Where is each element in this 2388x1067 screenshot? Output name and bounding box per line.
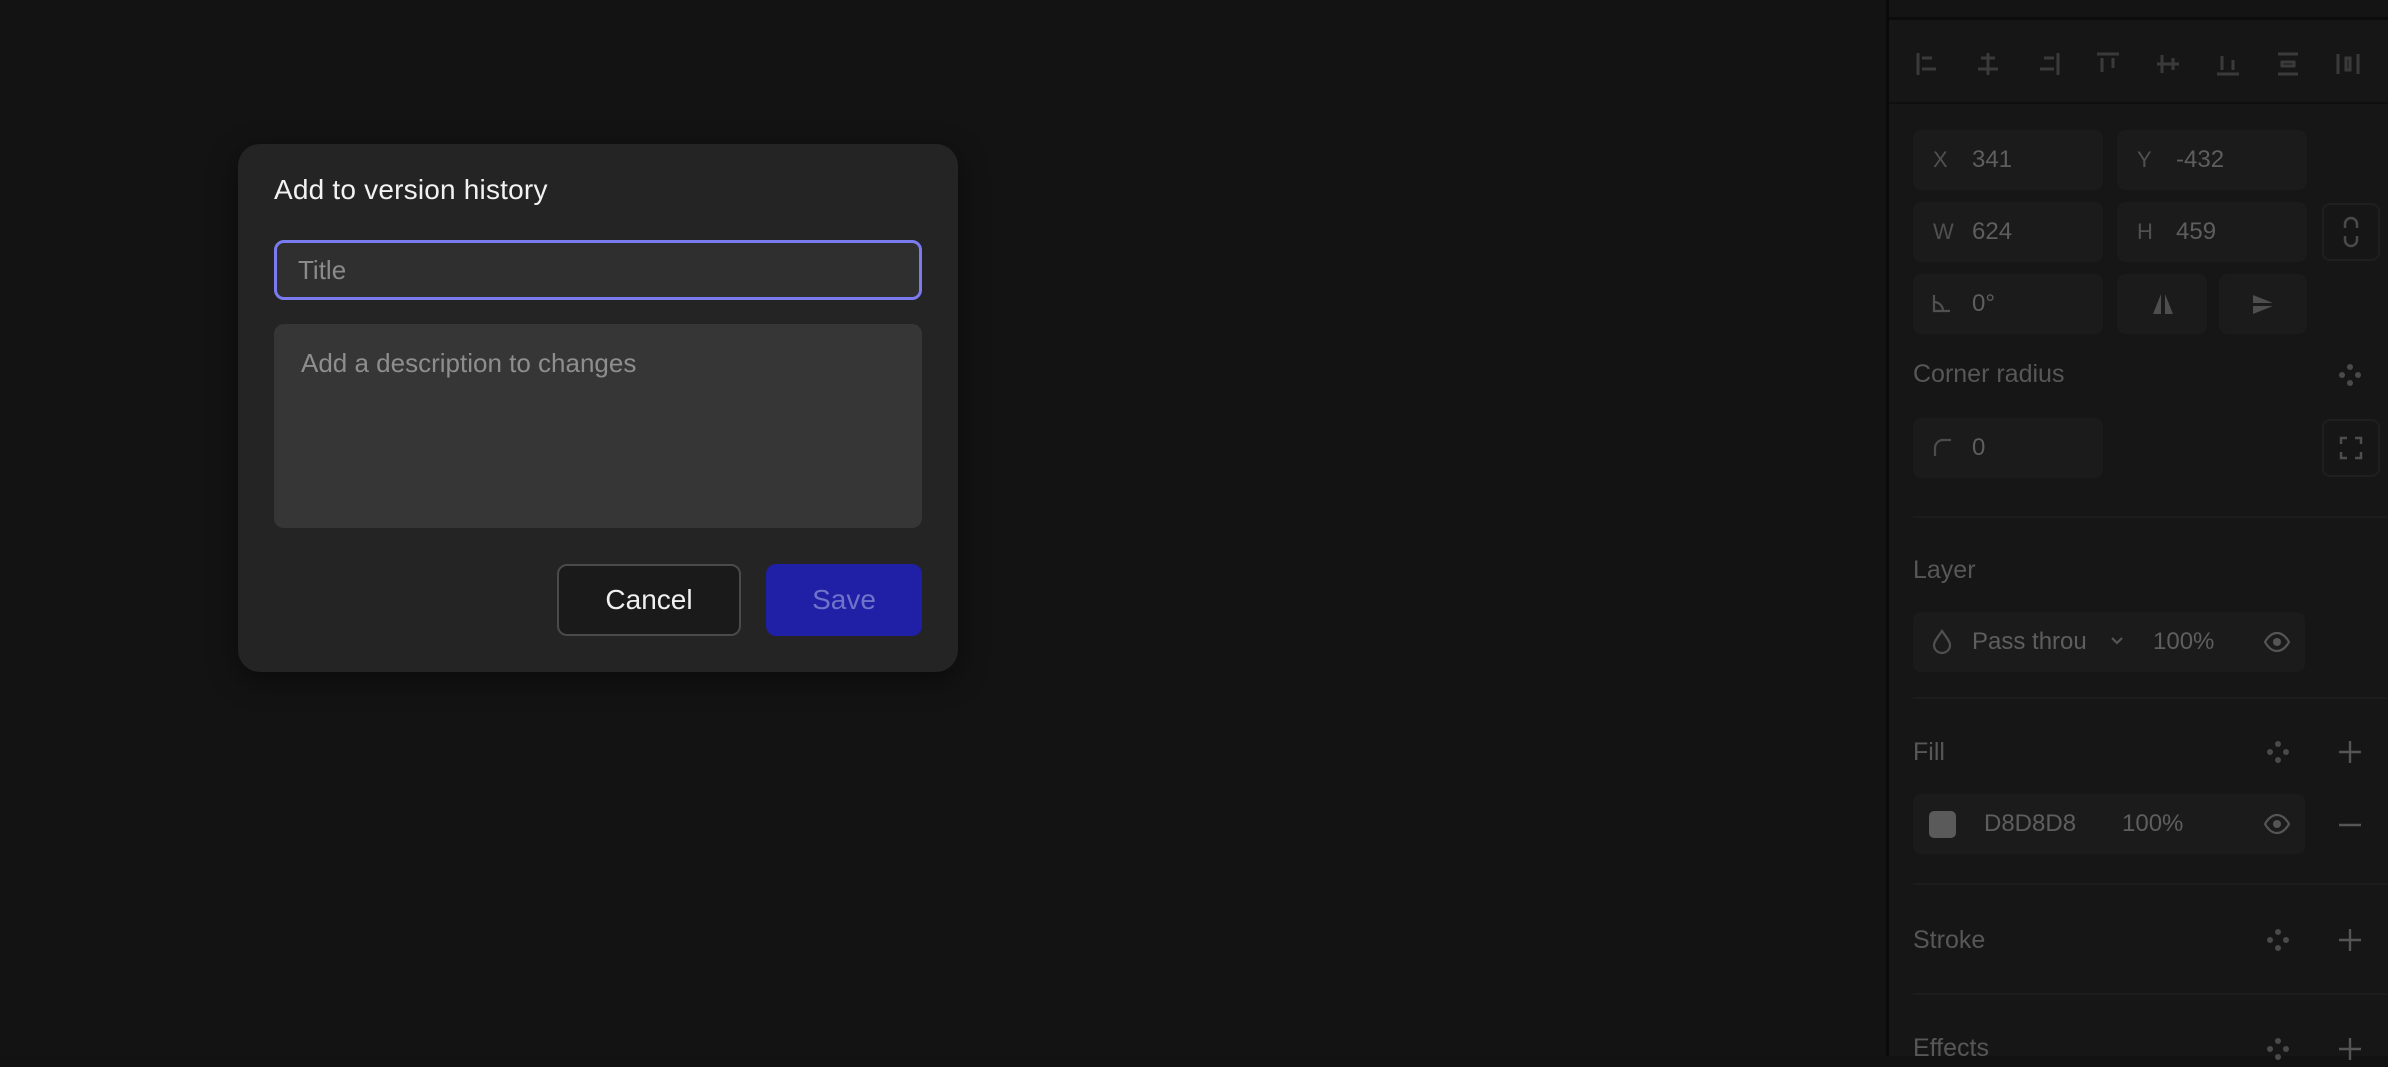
fill-label: Fill <box>1913 738 1945 766</box>
y-field[interactable]: Y -432 <box>2117 130 2307 190</box>
expand-corners-icon <box>2339 436 2363 460</box>
flip-horizontal-button[interactable] <box>2117 274 2207 334</box>
chevron-down-icon[interactable] <box>2109 634 2125 652</box>
properties-panel: X 341 Y -432 W 624 H 459 0° Corner radiu… <box>1886 0 2388 1062</box>
section-divider <box>1913 697 2388 699</box>
corner-radius-field[interactable]: 0 <box>1913 418 2103 478</box>
effects-variable-icon[interactable] <box>2265 1036 2291 1067</box>
fill-eye-icon[interactable] <box>2263 812 2291 841</box>
layer-row: Pass throu 100% <box>1913 612 2305 672</box>
blend-drop-icon <box>1931 629 1953 660</box>
version-history-dialog: Add to version history Cancel Save <box>238 144 958 672</box>
distribute-vertical-icon[interactable] <box>2275 51 2301 77</box>
link-icon <box>2343 216 2359 248</box>
rotation-angle-icon <box>1931 292 1953 319</box>
fill-row: D8D8D8 100% <box>1913 794 2305 854</box>
rotation-value: 0° <box>1972 290 1995 317</box>
fill-variable-icon[interactable] <box>2265 739 2291 770</box>
align-top-icon[interactable] <box>2095 51 2121 77</box>
effects-label: Effects <box>1913 1034 1989 1062</box>
align-horizontal-center-icon[interactable] <box>1975 51 2001 77</box>
w-label: W <box>1933 219 1954 244</box>
panel-topbar <box>1889 0 2388 20</box>
add-stroke-icon[interactable] <box>2337 927 2363 958</box>
corner-radius-value: 0 <box>1972 434 1986 461</box>
fill-hex-value[interactable]: D8D8D8 <box>1984 810 2076 838</box>
w-value: 624 <box>1972 218 2013 245</box>
flip-horizontal-icon <box>2150 291 2176 322</box>
h-value: 459 <box>2176 218 2217 245</box>
save-button[interactable]: Save <box>766 564 922 636</box>
corner-radius-label: Corner radius <box>1913 360 2065 388</box>
title-input[interactable] <box>274 240 922 300</box>
remove-fill-icon[interactable] <box>2337 812 2363 843</box>
x-label: X <box>1933 147 1948 172</box>
layer-label: Layer <box>1913 556 1976 584</box>
cancel-button[interactable]: Cancel <box>557 564 741 636</box>
description-textarea[interactable] <box>274 324 922 528</box>
section-divider <box>1913 516 2388 518</box>
y-label: Y <box>2137 147 2152 172</box>
stroke-label: Stroke <box>1913 926 1986 954</box>
width-field[interactable]: W 624 <box>1913 202 2103 262</box>
h-label: H <box>2137 219 2153 244</box>
stroke-variable-icon[interactable] <box>2265 927 2291 958</box>
x-value: 341 <box>1972 146 2013 173</box>
align-bottom-icon[interactable] <box>2215 51 2241 77</box>
eye-icon[interactable] <box>2263 630 2291 659</box>
align-left-icon[interactable] <box>1915 51 1941 77</box>
dialog-title: Add to version history <box>274 174 548 205</box>
variable-icon[interactable] <box>2337 362 2363 393</box>
fill-opacity-value[interactable]: 100% <box>2122 810 2183 838</box>
blend-mode-select[interactable]: Pass throu <box>1972 628 2090 656</box>
y-value: -432 <box>2176 146 2225 173</box>
fill-color-swatch[interactable] <box>1929 811 1956 838</box>
x-field[interactable]: X 341 <box>1913 130 2103 190</box>
height-field[interactable]: H 459 <box>2117 202 2307 262</box>
section-divider <box>1913 993 2388 995</box>
independent-corners-button[interactable] <box>2322 419 2380 477</box>
rotation-field[interactable]: 0° <box>1913 274 2103 334</box>
distribute-horizontal-icon[interactable] <box>2335 51 2361 77</box>
section-divider <box>1913 883 2388 885</box>
corner-radius-icon <box>1933 438 1953 463</box>
align-right-icon[interactable] <box>2035 51 2061 77</box>
layer-opacity-value[interactable]: 100% <box>2153 628 2214 656</box>
add-fill-icon[interactable] <box>2337 739 2363 770</box>
constrain-proportions-button[interactable] <box>2322 203 2380 261</box>
alignment-toolbar <box>1889 21 2388 104</box>
add-effect-icon[interactable] <box>2337 1036 2363 1067</box>
flip-vertical-button[interactable] <box>2219 274 2307 334</box>
flip-vertical-icon <box>2250 291 2276 322</box>
align-vertical-center-icon[interactable] <box>2155 51 2181 77</box>
